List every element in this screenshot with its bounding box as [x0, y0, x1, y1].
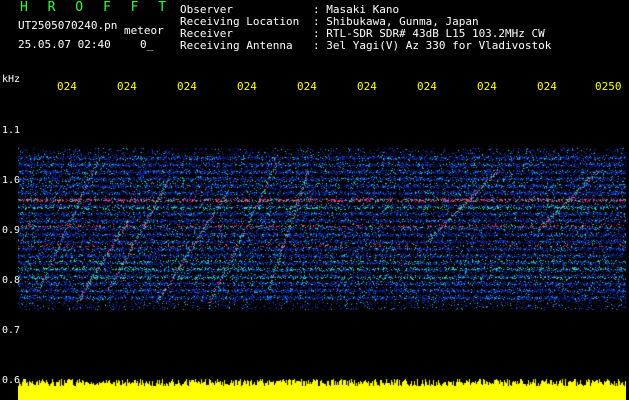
antenna-label: Receiving Antenna	[180, 39, 293, 52]
x-tick: 024	[537, 80, 557, 93]
file-name: UT2505070240.pn	[18, 19, 118, 32]
hrofft-screen: H R O F F T UT2505070240.pn meteor 25.05…	[0, 0, 629, 400]
x-tick: 0250	[595, 80, 622, 93]
spectrogram-canvas	[18, 100, 626, 400]
y-axis-unit: kHz	[2, 74, 21, 85]
datetime: 25.05.07 02:40	[18, 38, 111, 51]
x-tick: 024	[357, 80, 377, 93]
x-tick: 024	[117, 80, 137, 93]
x-tick: 024	[297, 80, 317, 93]
x-tick: 024	[477, 80, 497, 93]
x-tick: 024	[177, 80, 197, 93]
x-tick: 024	[237, 80, 257, 93]
x-tick: 024	[417, 80, 437, 93]
antenna-value: : 3el Yagi(V) Az 330 for Vladivostok	[313, 39, 552, 52]
mode-label: meteor	[124, 24, 164, 37]
x-tick: 024	[57, 80, 77, 93]
app-brand: H R O F F T	[20, 0, 173, 15]
status-mark: 0_	[140, 38, 154, 51]
